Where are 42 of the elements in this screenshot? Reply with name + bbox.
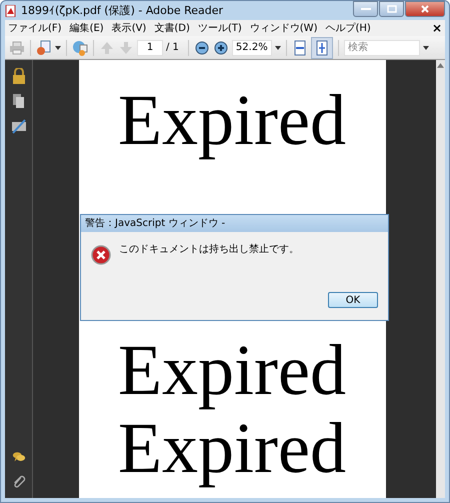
pdf-file-icon — [5, 4, 17, 16]
minimize-button[interactable] — [353, 1, 378, 17]
close-document-button[interactable]: × — [432, 21, 442, 35]
close-icon — [420, 4, 430, 14]
fit-width-icon[interactable] — [292, 40, 308, 56]
paperclip-icon[interactable] — [12, 474, 26, 490]
search-field[interactable]: 検索 — [344, 40, 420, 56]
zoom-field[interactable]: 52.2% — [232, 40, 272, 56]
fit-page-icon — [314, 40, 330, 56]
caret-icon[interactable] — [422, 46, 429, 50]
menu-item[interactable]: ツール(T) — [198, 21, 242, 35]
zoom-in-icon[interactable] — [212, 40, 229, 56]
fit-page-button[interactable] — [310, 36, 333, 58]
page-number-field[interactable]: 1 — [137, 40, 163, 56]
page-total: / 1 — [166, 42, 179, 53]
document-text: Expired — [117, 81, 347, 159]
close-button[interactable] — [405, 1, 445, 17]
menu-item[interactable]: ウィンドウ(W) — [250, 21, 318, 35]
minimize-icon — [360, 7, 370, 11]
dialog-message: このドキュメントは持ち出し禁止です。 — [119, 242, 299, 256]
scrollbar[interactable] — [436, 60, 445, 498]
zoom-out-icon[interactable] — [194, 40, 210, 56]
window-title: 1899ｲ(ζpK.pdf (保護) - Adobe Reader — [21, 3, 224, 18]
menu-item[interactable]: 表示(V) — [112, 21, 146, 35]
globe-icon[interactable] — [72, 40, 88, 56]
error-icon — [91, 245, 111, 265]
maximize-icon — [386, 5, 396, 13]
scroll-up-icon[interactable] — [437, 63, 444, 68]
caret-icon[interactable] — [55, 46, 61, 50]
maximize-button[interactable] — [379, 1, 404, 17]
ok-button[interactable]: OK — [328, 292, 378, 308]
document-text: Expired — [117, 409, 347, 487]
document-text: Expired — [117, 331, 347, 409]
caret-icon[interactable] — [274, 46, 281, 50]
dialog-title: 警告：JavaScript ウィンドウ - — [81, 215, 388, 232]
pages-icon[interactable] — [12, 93, 26, 109]
menu-item[interactable]: ヘルプ(H) — [325, 21, 371, 35]
menu-item[interactable]: 編集(E) — [70, 21, 104, 35]
menu-item[interactable]: 文書(D) — [154, 21, 190, 35]
padlock-icon[interactable] — [12, 68, 26, 84]
menu-item[interactable]: ファイル(F) — [8, 21, 62, 35]
signature-icon[interactable] — [12, 118, 26, 134]
